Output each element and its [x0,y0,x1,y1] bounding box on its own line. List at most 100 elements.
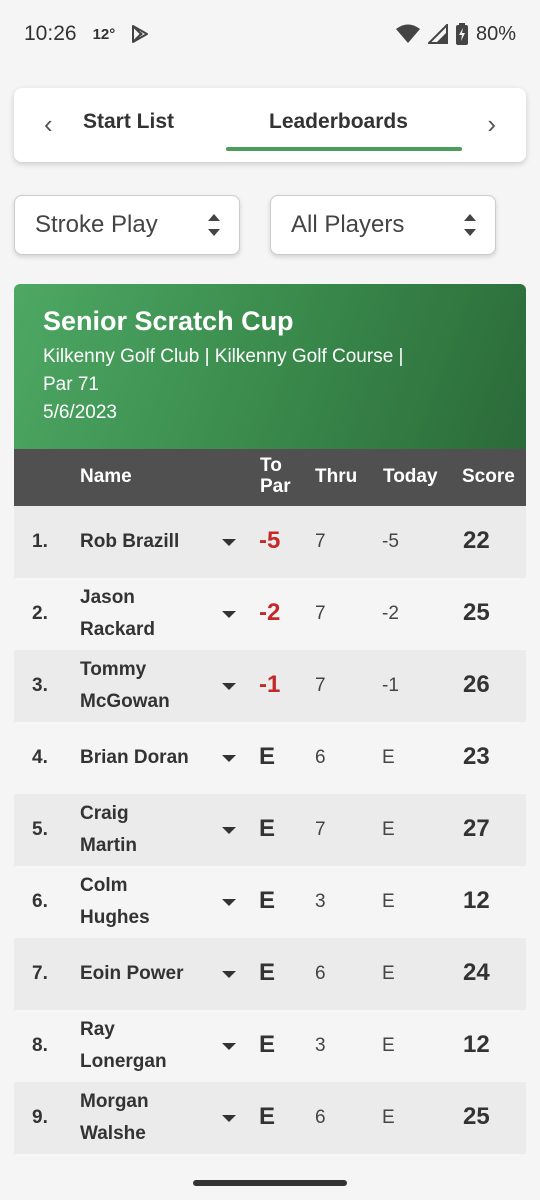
player-name-line1: Rob Brazill [80,531,180,552]
status-time: 10:26 [24,22,77,45]
player-name: Morgan Walshe [80,1086,220,1150]
expand-caret-icon[interactable] [222,827,236,834]
event-venue: Kilkenny Golf Club | Kilkenny Golf Cours… [43,346,404,367]
row-thru: 6 [315,1107,326,1128]
row-today: E [382,891,395,912]
chevron-left-icon[interactable]: ‹ [44,110,53,138]
table-row[interactable]: 6. Colm Hughes E 3 E 12 [14,866,526,938]
play-store-icon [132,25,149,43]
player-name-line1: Ray [80,1019,115,1040]
event-par: Par 71 [43,374,99,395]
row-position: 7. [32,963,48,984]
expand-caret-icon[interactable] [222,1043,236,1050]
status-left: 10:26 12° [24,22,149,46]
player-name-line2: Martin [80,835,137,856]
expand-caret-icon[interactable] [222,683,236,690]
signal-icon [427,24,448,44]
row-thru: 6 [315,747,326,768]
tab-leaderboards[interactable]: Leaderboards [269,110,408,134]
format-select-value: Stroke Play [35,211,158,238]
player-name: Colm Hughes [80,870,220,934]
tab-start-list[interactable]: Start List [83,110,174,134]
table-row[interactable]: 7. Eoin Power E 6 E 24 [14,938,526,1010]
row-thru: 7 [315,819,326,840]
header-to-par-line2: Par [260,476,291,497]
row-score: 25 [463,599,490,626]
player-name-line1: Brian Doran [80,747,189,768]
row-thru: 7 [315,675,326,696]
table-row[interactable]: 9. Morgan Walshe E 6 E 25 [14,1082,526,1154]
player-name-line2: McGowan [80,691,170,712]
expand-caret-icon[interactable] [222,899,236,906]
row-score: 24 [463,959,490,986]
table-row[interactable]: 5. Craig Martin E 7 E 27 [14,794,526,866]
header-thru[interactable]: Thru [315,466,357,488]
row-score: 26 [463,671,490,698]
row-today: E [382,747,395,768]
row-position: 8. [32,1035,48,1056]
row-position: 5. [32,819,48,840]
battery-icon [455,23,468,45]
row-position: 4. [32,747,48,768]
table-row[interactable]: 1. Rob Brazill -5 7 -5 22 [14,506,526,578]
header-to-par[interactable]: To Par [260,455,300,497]
format-select[interactable]: Stroke Play [14,195,240,255]
battery-percent: 80% [475,22,516,45]
row-to-par: -2 [259,599,281,626]
table-body: 1. Rob Brazill -5 7 -5 22 2. Jason Rackard -2 7 -2 2… [14,506,526,1166]
expand-caret-icon[interactable] [222,611,236,618]
player-name: Jason Rackard [80,582,220,646]
player-name-line1: Colm [80,875,128,896]
row-score: 12 [463,887,490,914]
row-thru: 6 [315,963,326,984]
row-score: 25 [463,1103,490,1130]
player-name-line2: Walshe [80,1123,146,1144]
expand-caret-icon[interactable] [222,755,236,762]
row-to-par: E [259,1031,276,1058]
header-score[interactable]: Score [462,466,515,488]
player-name: Rob Brazill [80,526,179,558]
row-to-par: E [259,887,276,914]
player-name: Brian Doran [80,742,189,774]
player-name-line1: Morgan [80,1091,149,1112]
row-to-par: E [259,815,276,842]
table-row[interactable]: 2. Jason Rackard -2 7 -2 25 [14,578,526,650]
row-score: 12 [463,1031,490,1058]
event-banner: Senior Scratch Cup Kilkenny Golf Club | … [14,284,526,449]
table-row[interactable]: 8. Ray Lonergan E 3 E 12 [14,1010,526,1082]
header-today[interactable]: Today [383,466,438,488]
table-row[interactable]: 4. Brian Doran E 6 E 23 [14,722,526,794]
row-today: E [382,819,395,840]
row-score: 23 [463,743,490,770]
row-to-par: -1 [259,671,281,698]
table-row[interactable]: 3. Tommy McGowan -1 7 -1 26 [14,650,526,722]
row-thru: 3 [315,891,326,912]
row-position: 6. [32,891,48,912]
up-down-chevron-icon [208,214,220,236]
row-score: 22 [463,527,490,554]
status-right: 80% [395,22,516,46]
up-down-chevron-icon [464,214,476,236]
row-today: E [382,963,395,984]
row-to-par: E [259,743,276,770]
player-name-line1: Jason [80,587,135,608]
table-header: Name To Par Thru Today Score [14,449,526,506]
row-today: E [382,1107,395,1128]
row-to-par: E [259,1103,276,1130]
player-name-line2: Hughes [80,907,150,928]
expand-caret-icon[interactable] [222,539,236,546]
header-name[interactable]: Name [80,466,132,488]
active-tab-indicator [226,147,462,151]
chevron-right-icon[interactable]: › [487,110,496,138]
home-indicator[interactable] [193,1180,347,1186]
expand-caret-icon[interactable] [222,971,236,978]
row-position: 1. [32,531,48,552]
table-row-partial [14,1154,526,1166]
row-position: 2. [32,603,48,624]
players-select[interactable]: All Players [270,195,496,255]
status-temperature: 12° [92,25,116,43]
player-name-line2: Rackard [80,619,155,640]
expand-caret-icon[interactable] [222,1115,236,1122]
player-name: Tommy McGowan [80,654,220,718]
tabs-bar: ‹ Start List Leaderboards › [14,88,526,162]
